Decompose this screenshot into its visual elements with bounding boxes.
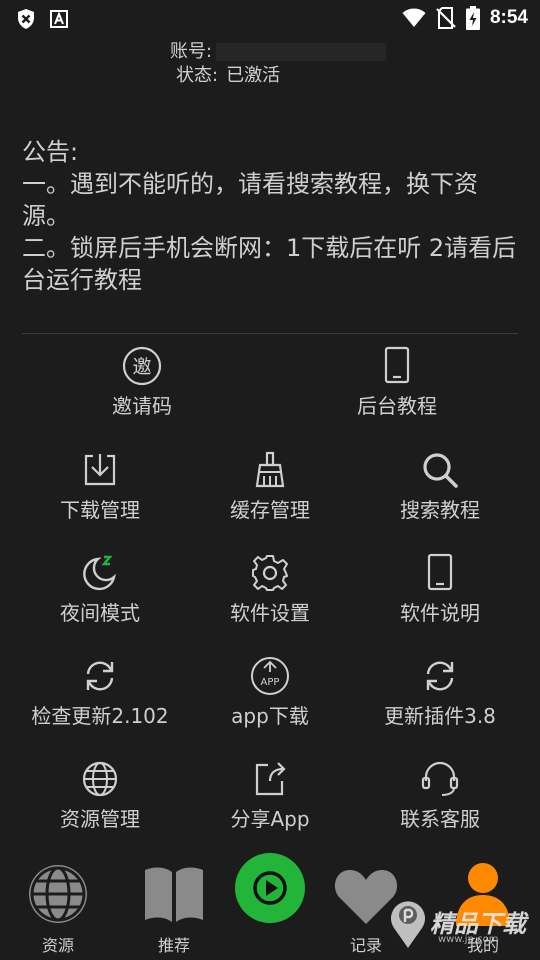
globe-icon <box>82 761 118 797</box>
masked-account-value <box>216 43 387 61</box>
gear-icon <box>252 555 288 591</box>
battery-charging-icon <box>465 6 480 30</box>
download-manage-button[interactable]: 下载管理 <box>15 450 185 540</box>
headset-icon <box>421 761 459 796</box>
status-label: 状态: <box>176 65 219 86</box>
account-label: 账号: <box>170 41 213 62</box>
divider <box>22 333 518 334</box>
app-download-icon: APP <box>251 657 289 695</box>
share-icon <box>255 762 286 796</box>
download-manage-label: 下载管理 <box>60 498 140 522</box>
phone-icon <box>384 346 410 384</box>
announcement-line-1: 一。遇到不能听的，请看搜索教程，换下资源。 <box>22 170 478 230</box>
announcement-title: 公告: <box>22 138 79 166</box>
share-app-label: 分享App <box>230 807 310 831</box>
invite-code-button[interactable]: 邀 邀请码 <box>57 346 227 436</box>
search-tutorial-label: 搜索教程 <box>400 498 480 522</box>
check-update-label: 检查更新2.102 <box>31 704 169 728</box>
night-mode-label: 夜间模式 <box>60 601 140 625</box>
shield-x-icon <box>18 9 34 29</box>
nav-tab-resources[interactable]: 资源 <box>18 860 98 960</box>
app-download-label: app下载 <box>231 704 309 728</box>
contact-service-label: 联系客服 <box>400 807 480 831</box>
invite-glyph: 邀 <box>132 356 151 378</box>
font-a-icon <box>50 10 68 28</box>
check-update-button[interactable]: 检查更新2.102 <box>15 656 185 746</box>
night-mode-button[interactable]: 夜间模式 <box>15 553 185 643</box>
invite-label: 邀请码 <box>112 394 172 418</box>
invite-icon: 邀 <box>122 346 162 386</box>
resource-manage-label: 资源管理 <box>60 807 140 831</box>
globe-icon <box>29 865 87 923</box>
resource-manage-button[interactable]: 资源管理 <box>15 759 185 849</box>
status-bar: 8:54 <box>0 0 540 36</box>
search-icon <box>423 453 458 488</box>
share-app-button[interactable]: 分享App <box>185 759 355 849</box>
nav-tab-recommend[interactable]: 推荐 <box>134 860 214 960</box>
software-settings-label: 软件设置 <box>230 601 310 625</box>
play-icon <box>235 853 305 923</box>
update-plugin-label: 更新插件3.8 <box>384 704 496 728</box>
update-plugin-button[interactable]: 更新插件3.8 <box>355 656 525 746</box>
software-info-label: 软件说明 <box>400 601 480 625</box>
watermark: 精品下载 www.jp.com <box>386 894 536 954</box>
app-download-button[interactable]: APP app下载 <box>185 656 355 746</box>
no-sim-icon <box>436 7 456 29</box>
moon-icon <box>83 555 116 591</box>
nav-label-resources: 资源 <box>41 936 74 955</box>
broom-icon <box>255 451 285 488</box>
app-glyph: APP <box>261 677 280 688</box>
watermark-logo-icon <box>391 901 425 948</box>
cache-manage-button[interactable]: 缓存管理 <box>185 450 355 540</box>
wifi-icon <box>402 8 426 27</box>
play-button[interactable] <box>233 852 307 926</box>
announcement-line-2: 二。锁屏后手机会断网：1下载后在听 2请看后台运行教程 <box>22 234 517 294</box>
background-tutorial-label: 后台教程 <box>357 394 437 418</box>
download-icon <box>84 454 116 486</box>
cache-manage-label: 缓存管理 <box>230 498 310 522</box>
clock-time: 8:54 <box>489 7 528 28</box>
background-tutorial-button[interactable]: 后台教程 <box>312 346 482 436</box>
software-settings-button[interactable]: 软件设置 <box>185 553 355 643</box>
refresh-icon <box>426 661 454 691</box>
refresh-icon <box>86 661 114 691</box>
announcement: 公告: 一。遇到不能听的，请看搜索教程，换下资源。 二。锁屏后手机会断网：1下载… <box>22 136 522 296</box>
tablet-icon <box>427 553 453 591</box>
account-info: 账号: 状态: 已激活 <box>170 40 387 88</box>
book-icon <box>145 867 203 922</box>
software-info-button[interactable]: 软件说明 <box>355 553 525 643</box>
search-tutorial-button[interactable]: 搜索教程 <box>355 450 525 540</box>
contact-service-button[interactable]: 联系客服 <box>355 759 525 849</box>
nav-label-recommend: 推荐 <box>157 936 190 955</box>
status-value: 已激活 <box>226 65 281 86</box>
watermark-url: www.jp.com <box>438 934 499 945</box>
